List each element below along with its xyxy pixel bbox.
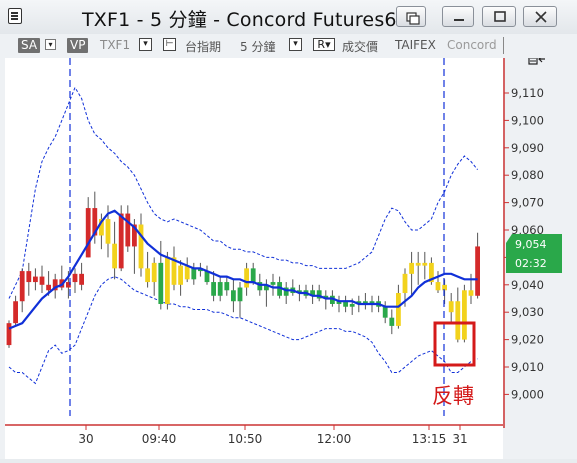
price-tick-label: 9,110 — [511, 86, 544, 100]
r-dropdown-button[interactable]: R▾ — [313, 38, 335, 51]
market-label: 台指期 — [185, 40, 222, 54]
sa-dropdown-button[interactable]: ▾ — [45, 39, 56, 50]
interval-label[interactable]: 5 分鐘 — [240, 38, 275, 55]
minimize-button[interactable] — [442, 6, 474, 27]
price-type-label: 成交價 — [342, 40, 379, 54]
minimize-icon — [454, 19, 464, 21]
symbol-list-button[interactable]: ⊢ — [163, 38, 176, 51]
chart-window: TXF1 - 5 分鐘 - Concord Futures64 SA ▾ VP — [0, 0, 577, 459]
candle — [165, 251, 170, 310]
candle — [462, 284, 467, 343]
price-tick-label: 9,000 — [511, 387, 544, 401]
symbol-label[interactable]: TXF1 — [100, 38, 130, 52]
plot-background — [5, 58, 503, 426]
price-tick-label: 9,040 — [511, 278, 544, 292]
toolbar-divider — [503, 37, 504, 54]
close-icon — [535, 11, 547, 23]
maximize-icon — [494, 11, 506, 22]
close-button[interactable] — [523, 6, 557, 27]
window-icon[interactable] — [8, 8, 22, 24]
vp-button[interactable]: VP — [67, 38, 89, 53]
time-tick-label: 13:15 — [412, 432, 447, 446]
price-tick-label: 9,030 — [511, 305, 544, 319]
time-tick-label: 10:50 — [228, 432, 263, 446]
time-tick-label: 30 — [78, 432, 93, 446]
current-price-label: 9,054 — [515, 238, 547, 251]
chart-toolbar: SA ▾ VP TXF1 ▾ ⊢ 台指期 5 分鐘 ▾ R▾ 成交價 TAIFE… — [0, 34, 577, 58]
current-price-tag: 9,054 02:32 — [506, 234, 562, 273]
price-tick-label: 9,090 — [511, 141, 544, 155]
price-tick-label: 9,080 — [511, 168, 544, 182]
symbol-dropdown-button[interactable]: ▾ — [139, 38, 152, 51]
candle — [6, 320, 12, 348]
title-bar[interactable]: TXF1 - 5 分鐘 - Concord Futures64 — [0, 0, 577, 34]
maximize-button[interactable] — [482, 6, 516, 27]
window-title: TXF1 - 5 分鐘 - Concord Futures64 — [82, 9, 410, 31]
interval-dropdown-button[interactable]: ▾ — [289, 38, 302, 51]
chart-area[interactable]: 30 09:40 10:50 12:00 13:15 31 9,110 9,100 9,090… — [0, 54, 577, 459]
exchange-label: TAIFEX — [395, 38, 436, 52]
time-tick-label: 31 — [452, 432, 467, 446]
price-tick-label: 9,070 — [511, 196, 544, 210]
broker-label: Concord — [447, 38, 497, 52]
price-tick-label: 9,100 — [511, 113, 544, 127]
reversal-annotation: 反轉 — [432, 384, 474, 408]
time-tick-label: 09:40 — [142, 432, 177, 446]
time-tick-label: 12:00 — [317, 432, 352, 446]
copy-chart-button[interactable] — [396, 6, 426, 27]
price-chart[interactable]: 30 09:40 10:50 12:00 13:15 31 9,110 9,100 9,090… — [0, 54, 577, 459]
bar-countdown-label: 02:32 — [515, 257, 547, 270]
copy-icon — [406, 12, 420, 25]
price-tick-label: 9,020 — [511, 333, 544, 347]
left-border — [0, 58, 5, 459]
price-tick-label: 9,010 — [511, 360, 544, 374]
sa-button[interactable]: SA — [18, 38, 41, 53]
